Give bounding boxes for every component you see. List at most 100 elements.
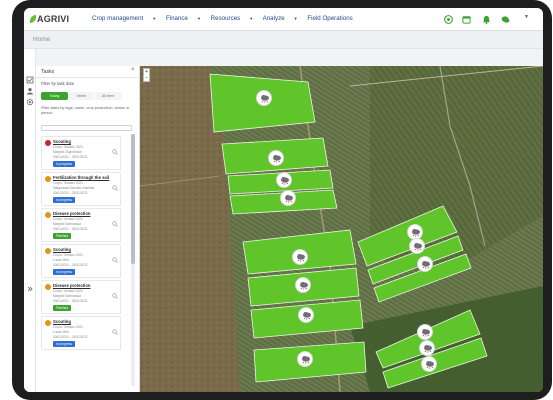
app-screen: AGRIVI Crop management ▼ Finance ▼ Resourc… [24,8,543,392]
zoom-control: + − [143,68,150,82]
weather-cloud-icon[interactable] [409,238,425,254]
task-title[interactable]: Disease protection [53,211,90,216]
settings-icon[interactable] [26,98,34,106]
status-badge: In progress [53,197,75,203]
weather-cloud-icon[interactable] [292,249,308,265]
task-person: Lucas Vela [53,258,69,262]
tasks-panel: Tasks × Filter by task date Today Week A… [36,66,140,392]
chip-today[interactable]: Today [41,92,68,100]
task-season: Crops / Season 2021 [53,181,83,185]
chip-week[interactable]: Week [69,92,94,100]
tablet-frame: AGRIVI Crop management ▼ Finance ▼ Resourc… [12,0,552,400]
weather-cloud-icon[interactable] [256,90,272,106]
user-menu-chevron-icon[interactable]: ▼ [524,14,529,20]
task-season: Crops / Season 2021 [53,145,83,149]
task-card[interactable]: Disease protection Crops / Season 2021 Mar… [41,208,121,242]
agrivi-logo[interactable]: AGRIVI [30,14,69,24]
menu-resources[interactable]: Resources ▼ [211,15,254,22]
search-icon[interactable] [112,185,118,191]
chip-all-time[interactable]: All time [95,92,121,100]
task-season: Crops / Season 2021 [53,289,83,293]
left-tool-rail [24,49,36,392]
search-icon[interactable] [112,149,118,155]
search-icon[interactable] [112,221,118,227]
weather-cloud-icon[interactable] [417,324,433,340]
weather-cloud-icon[interactable] [419,340,435,356]
menu-analyze[interactable]: Analyze ▼ [263,15,298,22]
task-card[interactable]: Disease protection Crops / Season 2021 Mar… [41,280,121,314]
status-badge: Finished [53,305,72,311]
status-badge: Finished [53,233,72,239]
search-icon[interactable] [112,257,118,263]
leaf-icon [30,15,36,23]
menu-crop-management[interactable]: Crop management ▼ [92,15,156,22]
menu-field-operations[interactable]: Field Operations [307,15,352,22]
zoom-out-button[interactable]: − [144,75,149,81]
task-season: Crops / Season 2021 [53,217,83,221]
task-filter-input[interactable] [41,125,132,131]
task-title[interactable]: Scouting [53,247,71,252]
menu-finance[interactable]: Finance ▼ [166,15,201,22]
status-badge: In progress [53,341,75,347]
task-card[interactable]: Scouting Crops / Season 2021 Lucas Vela 03/… [41,316,121,350]
task-card[interactable]: Scouting Crops / Season 2021 Marijela Zagi… [41,136,121,170]
crop-icon [45,176,51,182]
close-icon[interactable]: × [131,67,135,73]
notifications-icon[interactable] [480,13,492,25]
crop-icon [45,212,51,218]
main-menu: Crop management ▼ Finance ▼ Resources ▼ Ana… [92,15,361,22]
search-icon[interactable] [112,329,118,335]
breadcrumb-home[interactable]: Home [33,36,50,43]
status-badge: In progress [53,161,75,167]
tasks-panel-header: Tasks × [36,66,140,78]
task-person: Marijela Zaginovska [53,150,82,154]
chevron-down-icon: ▼ [196,16,201,21]
weather-cloud-icon[interactable] [421,356,437,372]
weather-cloud-icon[interactable] [268,150,284,166]
weather-cloud-icon[interactable] [298,307,314,323]
crop-icon [45,320,51,326]
scrollbar-thumb[interactable] [131,134,135,264]
satellite-map[interactable]: + − [140,66,543,392]
weather-cloud-icon[interactable] [280,190,296,206]
chevron-down-icon: ▼ [249,16,254,21]
weather-cloud-icon[interactable] [297,351,313,367]
task-person: Marijela Dabrowska [53,222,81,226]
tasks-icon[interactable] [26,76,34,84]
field-polygons [209,73,488,389]
task-dates: 03/01/2021 - 03/01/2021 [53,191,88,195]
weather-cloud-icon[interactable] [295,277,311,293]
task-dates: 03/01/2021 - 03/01/2021 [53,227,88,231]
filter-by-date-label: Filter by task date [41,81,75,86]
breadcrumb: Home [24,31,543,49]
task-person: Marijela Dabrowska [53,294,81,298]
search-icon[interactable] [112,293,118,299]
chat-icon[interactable] [499,13,511,25]
task-title[interactable]: Scouting [53,319,71,324]
date-filter-chips: Today Week All time [41,92,121,100]
task-title[interactable]: Scouting [53,139,71,144]
weather-cloud-icon[interactable] [417,256,433,272]
task-person: Lucas Vela [53,330,69,334]
task-title[interactable]: Disease protection [53,283,90,288]
tasks-panel-title: Tasks [41,69,55,75]
calendar-icon[interactable] [460,13,472,25]
crop-icon [45,248,51,254]
task-dates: 03/01/2021 - 03/01/2021 [53,335,88,339]
top-navigation-bar: AGRIVI Crop management ▼ Finance ▼ Resourc… [24,8,543,31]
help-icon[interactable] [442,13,454,25]
weather-cloud-icon[interactable] [276,172,292,188]
task-card[interactable]: Fertilization through the soil Crops / Se… [41,172,121,206]
filter-description: Filter tasks by tags, name, crop product… [41,106,130,115]
logo-text: AGRIVI [37,14,70,24]
task-dates: 03/01/2021 - 03/01/2021 [53,299,88,303]
task-title[interactable]: Fertilization through the soil [53,175,109,180]
people-icon[interactable] [26,87,34,95]
chevron-down-icon: ▼ [152,16,157,21]
chevron-down-icon: ▼ [293,16,298,21]
task-dates: 03/01/2021 - 03/01/2021 [53,155,88,159]
task-card[interactable]: Scouting Crops / Season 2021 Lucas Vela 03/… [41,244,121,278]
task-list-scrollbar[interactable] [131,134,135,386]
expand-icon[interactable] [26,285,34,293]
crop-icon [45,284,51,290]
